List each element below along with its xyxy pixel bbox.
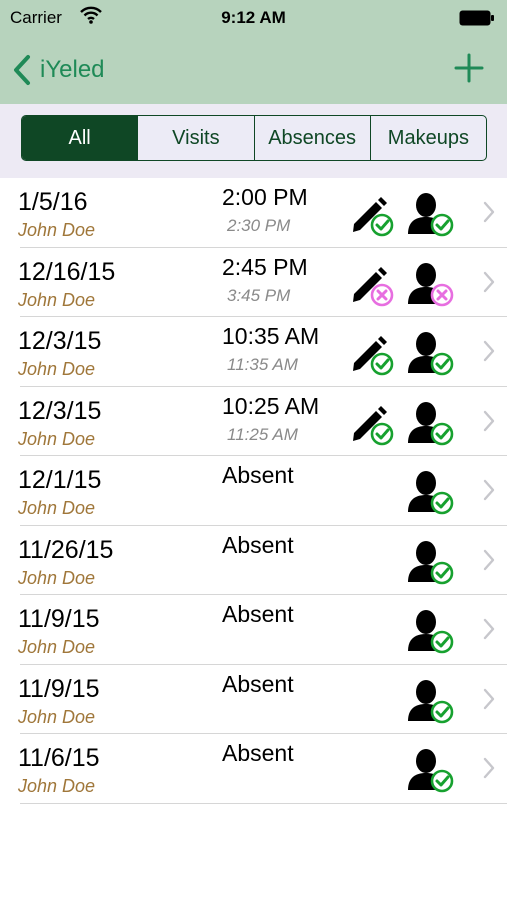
- row-date: 12/16/15: [18, 257, 116, 286]
- chevron-right-icon: [483, 618, 495, 640]
- row-start-time: Absent: [222, 740, 294, 766]
- row-date: 11/26/15: [18, 535, 114, 564]
- row-end-time: 2:30 PM: [227, 216, 291, 235]
- row-start-time: Absent: [222, 601, 294, 627]
- filter-area: All Visits Absences Makeups: [0, 104, 507, 178]
- pencil-check-icon: [353, 197, 394, 237]
- row-name: John Doe: [18, 220, 96, 240]
- navigation-bar: iYeled: [0, 38, 507, 105]
- pencil-check-icon: [353, 405, 394, 445]
- segment-makeups[interactable]: Makeups: [369, 116, 486, 160]
- row-name: John Doe: [18, 706, 96, 727]
- chevron-right-icon: [483, 201, 495, 223]
- chevron-right-icon: [483, 479, 495, 501]
- person-check-icon: [408, 679, 454, 723]
- row-date: 1/5/16: [18, 188, 88, 216]
- row-name: John Doe: [18, 637, 96, 657]
- row-date: 12/1/15: [18, 466, 102, 494]
- chevron-right-icon: [483, 340, 495, 362]
- row-name: John Doe: [18, 359, 96, 379]
- list-item[interactable]: 12/16/15 John Doe 2:45 PM 3:45 PM: [18, 248, 507, 317]
- attendance-list: 1/5/16 John Doe 2:00 PM 2:30 PM 12/16/15…: [0, 178, 507, 804]
- row-date: 12/3/15: [18, 396, 102, 425]
- person-check-icon: [408, 193, 454, 237]
- row-date: 11/9/15: [18, 674, 100, 703]
- person-check-icon: [408, 471, 454, 515]
- row-start-time: 10:35 AM: [222, 323, 320, 349]
- chevron-right-icon: [483, 757, 495, 779]
- person-check-icon: [408, 610, 454, 654]
- person-check-icon: [408, 401, 454, 445]
- row-end-time: 11:35 AM: [227, 355, 298, 374]
- back-button[interactable]: iYeled: [10, 50, 105, 90]
- row-start-time: 2:45 PM: [222, 253, 308, 280]
- person-check-icon: [408, 332, 454, 376]
- row-name: John Doe: [18, 567, 96, 588]
- row-date: 11/9/15: [18, 605, 100, 633]
- segment-all[interactable]: All: [22, 116, 138, 160]
- row-start-time: Absent: [222, 531, 294, 558]
- list-item[interactable]: 11/26/15 John Doe Absent: [18, 526, 507, 595]
- list-item[interactable]: 12/3/15 John Doe 10:25 AM 11:25 AM: [18, 387, 507, 456]
- list-item[interactable]: 12/1/15 John Doe Absent: [18, 456, 507, 526]
- filter-segmented-control: All Visits Absences Makeups: [21, 115, 487, 161]
- add-icon[interactable]: [453, 52, 485, 84]
- list-item[interactable]: 11/6/15 John Doe Absent: [18, 734, 507, 804]
- segment-absences[interactable]: Absences: [253, 116, 370, 160]
- chevron-right-icon: [483, 410, 495, 431]
- battery-icon: [459, 10, 494, 26]
- pencil-cross-icon: [353, 266, 394, 306]
- row-start-time: 10:25 AM: [222, 392, 320, 419]
- chevron-left-icon: [14, 55, 30, 85]
- pencil-check-icon: [353, 336, 394, 376]
- chevron-right-icon: [483, 271, 495, 292]
- row-name: John Doe: [18, 289, 96, 310]
- back-button-label: iYeled: [40, 56, 105, 83]
- chevron-right-icon: [483, 549, 495, 570]
- list-item[interactable]: 11/9/15 John Doe Absent: [18, 595, 507, 665]
- row-start-time: 2:00 PM: [222, 184, 308, 210]
- row-name: John Doe: [18, 498, 96, 518]
- list-item[interactable]: 12/3/15 John Doe 10:35 AM 11:35 AM: [18, 317, 507, 387]
- row-end-time: 3:45 PM: [227, 285, 291, 305]
- person-check-icon: [408, 749, 454, 793]
- row-name: John Doe: [18, 776, 96, 796]
- row-start-time: Absent: [222, 670, 294, 697]
- row-start-time: Absent: [222, 462, 294, 488]
- status-time: 9:12 AM: [221, 8, 286, 27]
- row-end-time: 11:25 AM: [227, 424, 298, 444]
- row-date: 12/3/15: [18, 327, 102, 355]
- person-check-icon: [408, 540, 454, 584]
- status-bar: Carrier 9:12 AM: [0, 0, 507, 38]
- list-item[interactable]: 1/5/16 John Doe 2:00 PM 2:30 PM: [18, 178, 507, 248]
- person-cross-icon: [408, 262, 454, 306]
- chevron-right-icon: [483, 688, 495, 709]
- row-date: 11/6/15: [18, 744, 100, 772]
- row-name: John Doe: [18, 428, 96, 449]
- list-item[interactable]: 11/9/15 John Doe Absent: [18, 665, 507, 734]
- segment-visits[interactable]: Visits: [137, 116, 253, 160]
